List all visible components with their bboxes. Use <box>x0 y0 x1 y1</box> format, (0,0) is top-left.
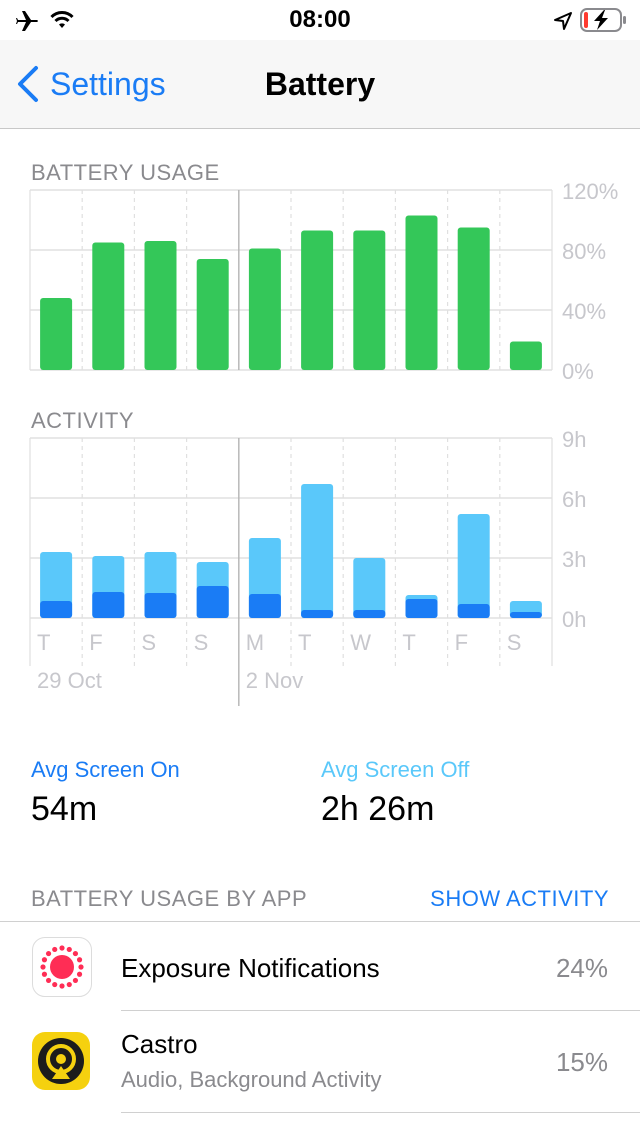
app-row-castro[interactable]: Castro Audio, Background Activity 15% <box>0 1011 640 1111</box>
y-tick-label: 0% <box>562 359 594 380</box>
battery-bar <box>92 242 125 370</box>
screen-off-bar <box>353 558 386 618</box>
page-title: Battery <box>264 66 376 102</box>
avg-screen-off-value: 2h 26m <box>321 790 435 828</box>
avg-screen-off-label: Avg Screen Off <box>321 757 470 782</box>
x-tick-label: F <box>455 630 468 655</box>
y-tick-label: 3h <box>562 547 586 572</box>
y-tick-label: 120% <box>562 180 618 204</box>
app-name: Castro <box>121 1029 198 1059</box>
app-row-exposure-notifications[interactable]: Exposure Notifications 24% <box>0 922 640 1010</box>
screen-on-bar <box>92 592 125 618</box>
exposure-notifications-icon <box>32 937 92 997</box>
screen-on-bar <box>509 612 542 618</box>
battery-bar <box>144 241 177 370</box>
screen-on-bar <box>301 610 334 618</box>
app-name: Exposure Notifications <box>121 953 380 983</box>
row-divider <box>121 1112 640 1113</box>
screen-off-bar <box>301 484 334 618</box>
x-tick-label: T <box>298 630 311 655</box>
battery-usage-chart: 120% 80% 40% 0% <box>29 180 618 380</box>
battery-bar <box>196 259 229 370</box>
screen-on-bar <box>248 594 281 618</box>
battery-bar <box>509 341 542 370</box>
x-tick-label: F <box>89 630 102 655</box>
show-activity-button[interactable]: SHOW ACTIVITY <box>430 886 609 912</box>
screen-on-bar <box>144 593 177 618</box>
x-tick-label: W <box>350 630 371 655</box>
screen-on-bar <box>353 610 386 618</box>
x-tick-label: S <box>194 630 209 655</box>
screen-on-bar <box>405 599 438 618</box>
battery-bar <box>40 298 73 370</box>
y-tick-label: 9h <box>562 430 586 452</box>
usage-by-app-heading: BATTERY USAGE BY APP <box>31 886 308 911</box>
app-percent: 15% <box>555 1047 608 1077</box>
battery-bar <box>353 230 386 370</box>
location-arrow-icon <box>554 12 572 30</box>
activity-chart: 9h 6h 3h 0h T F S S M T W T F S 29 Oct 2 Nov <box>29 430 586 706</box>
battery-bar <box>248 248 281 370</box>
date-label: 29 Oct <box>37 668 102 693</box>
status-bar: 08:00 <box>0 0 640 40</box>
y-tick-label: 6h <box>562 487 586 512</box>
x-tick-label: T <box>402 630 415 655</box>
battery-charging-icon <box>580 8 626 32</box>
x-tick-label: M <box>246 630 264 655</box>
y-tick-label: 40% <box>562 299 606 324</box>
avg-screen-on-label: Avg Screen On <box>31 757 180 782</box>
castro-icon <box>32 1032 90 1090</box>
battery-bar <box>301 230 334 370</box>
screen-on-bar <box>40 601 73 618</box>
navigation-bar: Settings Battery <box>0 40 640 129</box>
app-subtitle: Audio, Background Activity <box>121 1067 382 1092</box>
battery-bar <box>457 227 490 370</box>
y-tick-label: 80% <box>562 239 606 264</box>
status-time: 08:00 <box>289 6 351 33</box>
screen-off-bar <box>457 514 490 618</box>
screen-on-bar <box>196 586 229 618</box>
y-tick-label: 0h <box>562 607 586 632</box>
x-tick-label: T <box>37 630 50 655</box>
app-percent: 24% <box>555 953 608 983</box>
screen-on-bar <box>457 604 490 618</box>
battery-bar <box>405 215 438 370</box>
avg-screen-on-value: 54m <box>31 790 98 828</box>
x-tick-label: S <box>141 630 156 655</box>
x-tick-label: S <box>507 630 522 655</box>
date-label: 2 Nov <box>246 668 303 693</box>
